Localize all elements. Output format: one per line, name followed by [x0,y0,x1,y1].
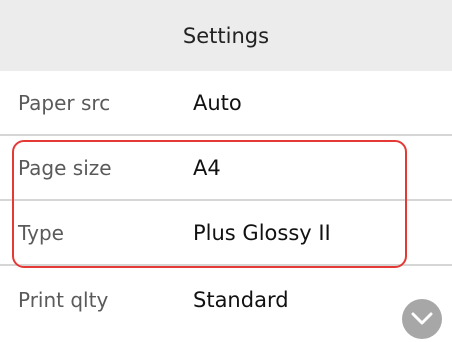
page-title: Settings [182,23,270,48]
chevron-down-icon [411,312,433,325]
setting-row-type[interactable]: Type Plus Glossy II [0,201,452,266]
setting-label: Type [18,220,64,245]
setting-row-print-quality[interactable]: Print qlty Standard [0,267,452,332]
setting-value: Auto [193,90,242,115]
settings-screen: Settings Paper src Auto Page size A4 Typ… [0,0,452,342]
setting-label: Paper src [18,90,111,115]
setting-row-paper-source[interactable]: Paper src Auto [0,71,452,136]
setting-value: A4 [193,155,221,180]
setting-label: Print qlty [18,287,109,312]
setting-value: Plus Glossy II [193,220,331,245]
setting-value: Standard [193,287,289,312]
setting-label: Page size [18,155,112,180]
scroll-down-button[interactable] [402,299,442,339]
page-title-bar: Settings [0,0,452,71]
setting-row-page-size[interactable]: Page size A4 [0,136,452,201]
